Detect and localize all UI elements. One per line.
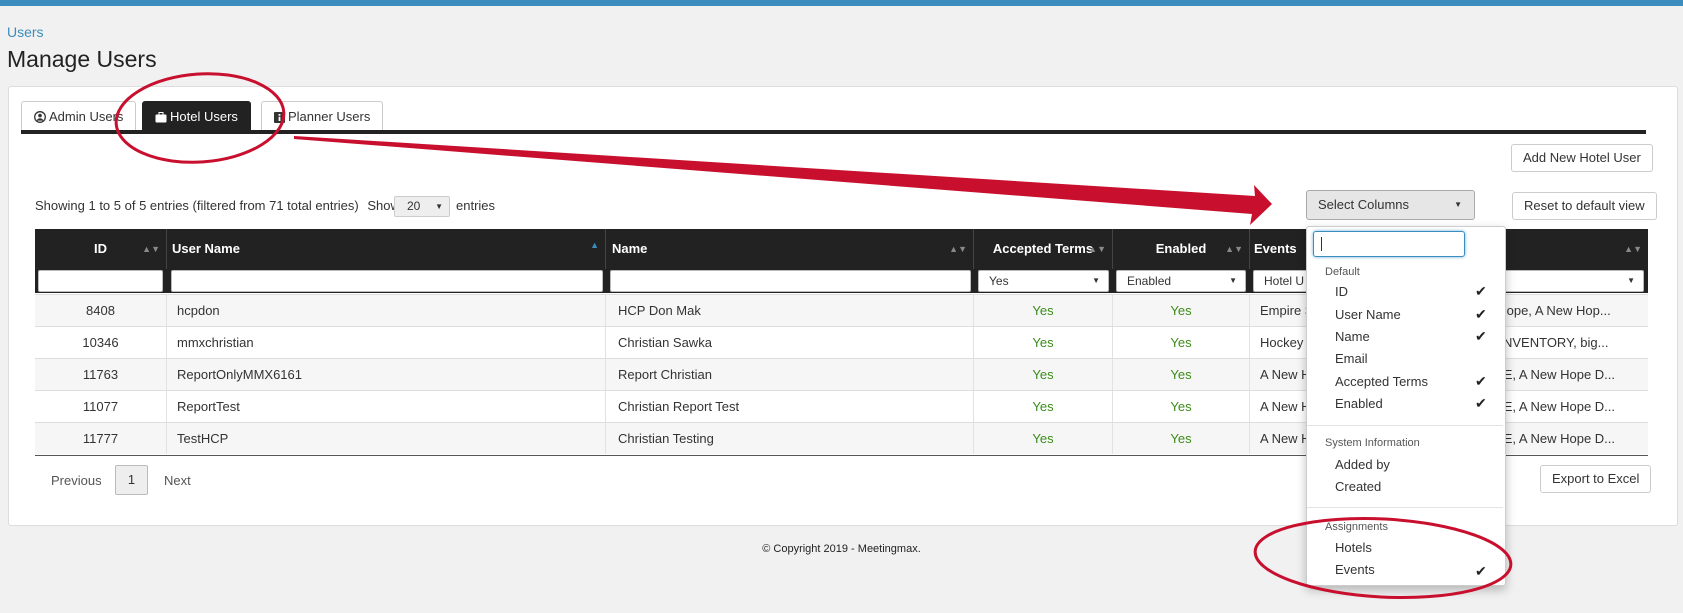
annotation-overlay — [114, 72, 1513, 600]
annotation-circle-assignments — [1253, 516, 1513, 600]
annotation-circle-tab — [114, 72, 286, 164]
annotation-arrow — [294, 136, 1272, 225]
